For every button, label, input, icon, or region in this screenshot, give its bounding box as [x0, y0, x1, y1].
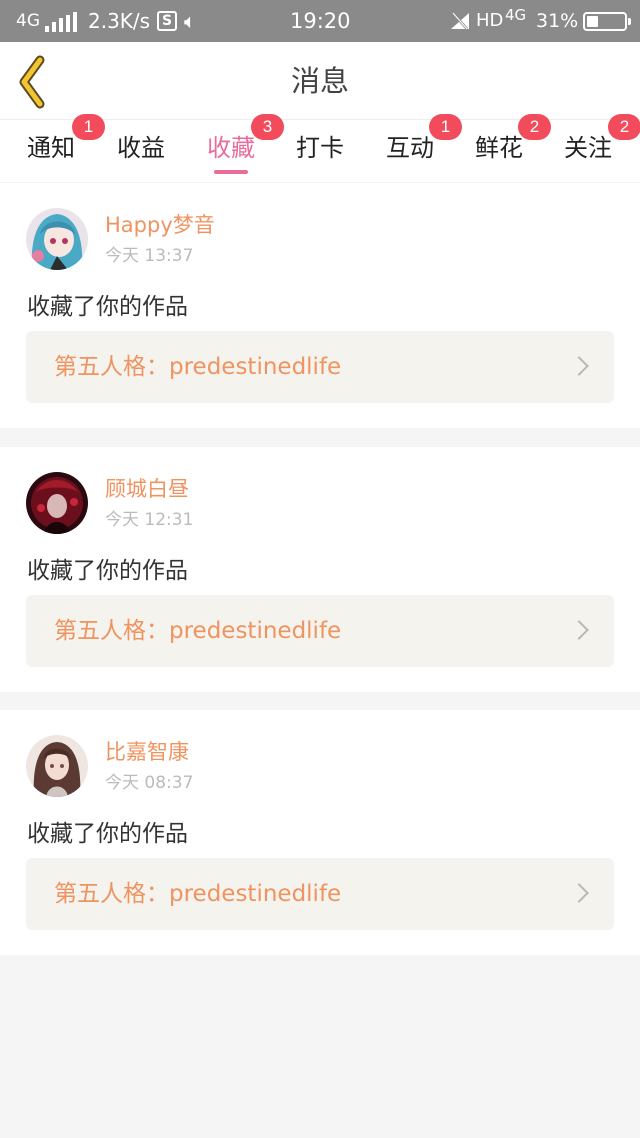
work-link[interactable]: 第五人格：predestinedlife: [26, 595, 614, 667]
status-bar: 4G 2.3K/s S 🔈︎ 19:20 HD 4G 31%: [0, 0, 640, 42]
work-title: 第五人格：predestinedlife: [54, 618, 342, 644]
work-title: 第五人格：predestinedlife: [54, 881, 342, 907]
signal-icon: [45, 12, 79, 32]
tab-bar: 通知 1 收益 收藏 3 打卡 互动 1 鲜花 2 关注 2: [0, 114, 640, 182]
clock: 19:20: [290, 9, 351, 33]
tab-notice[interactable]: 通知 1: [11, 114, 105, 182]
network-type: 4G: [16, 11, 40, 31]
network-speed: 2.3K/s: [88, 9, 151, 33]
battery-icon: [583, 12, 631, 31]
chevron-right-icon: [569, 356, 589, 376]
tab-earnings[interactable]: 收益: [101, 120, 181, 182]
notification-text: 收藏了你的作品: [27, 558, 188, 584]
tab-favorites[interactable]: 收藏 3: [191, 114, 284, 182]
mobile-data-indicator: 4G: [505, 6, 527, 24]
unread-badge: 2: [518, 114, 551, 140]
timestamp: 今天 08:37: [105, 773, 194, 793]
tab-checkin[interactable]: 打卡: [280, 120, 360, 182]
hd-indicator: HD: [476, 10, 504, 31]
work-title: 第五人格：predestinedlife: [54, 354, 342, 380]
avatar[interactable]: [26, 208, 88, 270]
page-title: 消息: [290, 64, 349, 98]
timestamp: 今天 13:37: [105, 246, 194, 266]
notification-card: 顾城白昼 今天 12:31 收藏了你的作品 第五人格：predestinedli…: [0, 447, 640, 692]
tab-flowers[interactable]: 鲜花 2: [459, 114, 551, 182]
battery-percent: 31%: [536, 10, 579, 32]
username[interactable]: 比嘉智康: [105, 736, 189, 766]
username[interactable]: Happy梦音: [105, 209, 215, 239]
wifi-off-icon: [449, 0, 471, 42]
timestamp: 今天 12:31: [105, 510, 194, 530]
chevron-left-icon: [19, 55, 45, 109]
notification-card: Happy梦音 今天 13:37 收藏了你的作品 第五人格：predestine…: [0, 183, 640, 428]
unread-badge: 1: [429, 114, 462, 140]
tab-label: 打卡: [296, 134, 344, 162]
work-link[interactable]: 第五人格：predestinedlife: [26, 331, 614, 403]
chevron-right-icon: [569, 620, 589, 640]
s-app-icon: S: [157, 11, 177, 31]
chevron-right-icon: [569, 883, 589, 903]
work-link[interactable]: 第五人格：predestinedlife: [26, 858, 614, 930]
unread-badge: 2: [608, 114, 640, 140]
tab-follow[interactable]: 关注 2: [548, 114, 640, 182]
notification-text: 收藏了你的作品: [27, 294, 188, 320]
username[interactable]: 顾城白昼: [105, 473, 189, 503]
avatar[interactable]: [26, 472, 88, 534]
tab-label: 收益: [117, 134, 165, 162]
active-tab-indicator: [214, 170, 248, 174]
notification-card: 比嘉智康 今天 08:37 收藏了你的作品 第五人格：predestinedli…: [0, 710, 640, 955]
back-button[interactable]: [10, 52, 66, 112]
volume-icon: 🔈︎: [184, 9, 196, 33]
notification-text: 收藏了你的作品: [27, 821, 188, 847]
top-nav-bar: 消息: [0, 42, 640, 120]
tab-interaction[interactable]: 互动 1: [370, 114, 462, 182]
avatar[interactable]: [26, 735, 88, 797]
